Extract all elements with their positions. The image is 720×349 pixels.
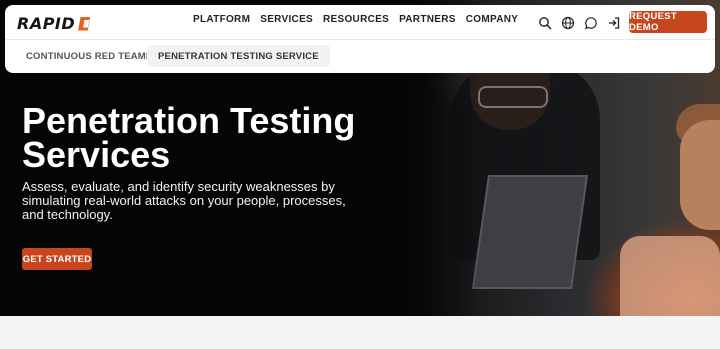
utility-icons [538,15,621,30]
chat-icon[interactable] [584,15,598,29]
page-title: Penetration Testing Services [22,100,356,175]
globe-icon[interactable] [561,15,575,30]
hero-subtitle: Assess, evaluate, and identify security … [22,179,346,222]
menu-item-partners[interactable]: PARTNERS [399,14,456,25]
second-person-shirt [620,236,720,316]
logo-mark-icon [78,17,96,31]
top-navigation: RAPID PLATFORM SERVICES RESOURCES PARTNE… [5,5,715,73]
glasses-shape [478,86,548,108]
request-demo-button[interactable]: REQUEST DEMO [629,11,707,33]
menu-item-resources[interactable]: RESOURCES [323,14,389,25]
rapid7-logo[interactable]: RAPID [17,14,96,33]
menu-item-platform[interactable]: PLATFORM [193,14,250,25]
page-content-area [0,316,720,349]
logo-text: RAPID [17,14,76,33]
sign-in-icon[interactable] [607,15,621,29]
subnav-item-penetration-testing[interactable]: PENETRATION TESTING SERVICE [147,45,330,67]
get-started-button[interactable]: GET STARTED [22,248,92,270]
nav-divider [5,39,715,40]
main-menu: PLATFORM SERVICES RESOURCES PARTNERS COM… [193,14,518,25]
laptop-screen [471,175,589,289]
second-person-head [680,120,720,230]
menu-item-company[interactable]: COMPANY [466,14,518,25]
search-icon[interactable] [538,15,552,30]
menu-item-services[interactable]: SERVICES [260,14,313,25]
